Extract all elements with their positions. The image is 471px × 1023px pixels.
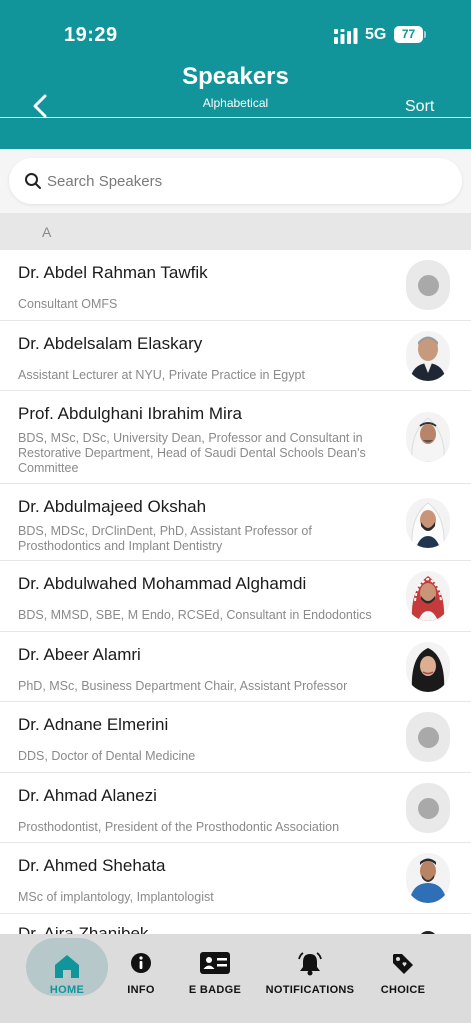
avatar-placeholder-icon (406, 260, 450, 310)
speaker-name: Dr. Ahmad Alanezi (18, 786, 157, 805)
speaker-photo (406, 853, 450, 903)
speaker-row[interactable]: Dr. Abdulwahed Mohammad Alghamdi BDS, MM… (0, 561, 471, 632)
nav-ebadge[interactable]: E BADGE (180, 942, 250, 1000)
nav-choice[interactable]: CHOICE (372, 942, 434, 1000)
nav-choice-label: CHOICE (380, 984, 426, 996)
speaker-description: MSc of implantology, Implantologist (18, 890, 214, 904)
battery-icon: 77 (394, 26, 426, 43)
speaker-row[interactable]: Dr. Ahmad Alanezi Prosthodontist, Presid… (0, 773, 471, 843)
search-area (0, 149, 471, 213)
speaker-row[interactable]: Dr. Abdel Rahman Tawfik Consultant OMFS (0, 250, 471, 321)
section-header: A (0, 213, 471, 250)
avatar-placeholder-icon (406, 783, 450, 833)
battery-tip (424, 31, 426, 38)
speaker-row[interactable]: Prof. Abdulghani Ibrahim Mira BDS, MSc, … (0, 391, 471, 484)
search-icon (25, 173, 41, 189)
speaker-name: Dr. Aira Zhanibek (18, 924, 149, 934)
speaker-name: Dr. Ahmed Shehata (18, 856, 166, 875)
speaker-description: Consultant OMFS (18, 297, 118, 311)
speaker-row[interactable]: Dr. Aira Zhanibek (0, 914, 471, 934)
search-input[interactable] (47, 166, 437, 196)
nav-notifications[interactable]: NOTIFICATIONS (262, 942, 358, 1000)
home-icon (55, 955, 79, 978)
header-divider (0, 117, 471, 118)
speaker-row[interactable]: Dr. Adnane Elmerini DDS, Doctor of Denta… (0, 702, 471, 773)
speaker-name: Dr. Abdelsalam Elaskary (18, 334, 203, 353)
nav-info-label: INFO (127, 984, 155, 996)
status-bar: 19:29 5G 77 (0, 0, 471, 60)
avatar-placeholder-icon (406, 712, 450, 762)
speaker-photo (406, 571, 450, 621)
speaker-description: BDS, MSc, DSc, University Dean, Professo… (18, 431, 366, 475)
speaker-description: BDS, MDSc, DrClinDent, PhD, Assistant Pr… (18, 524, 312, 553)
speaker-description: DDS, Doctor of Dental Medicine (18, 749, 196, 763)
speaker-name: Prof. Abdulghani Ibrahim Mira (18, 404, 242, 423)
nav-info[interactable]: INFO (111, 942, 171, 1000)
speaker-description: PhD, MSc, Business Department Chair, Ass… (18, 679, 348, 693)
bottom-nav: HOME INFO E BADGE NOTIFICATIONS CHOICE (0, 934, 471, 1023)
speaker-name: Dr. Abdel Rahman Tawfik (18, 263, 208, 282)
info-icon (131, 953, 151, 973)
speaker-description: Prosthodontist, President of the Prostho… (18, 820, 340, 834)
page-subtitle: Alphabetical (202, 96, 269, 110)
battery-level: 77 (394, 26, 423, 43)
speaker-row[interactable]: Dr. Ahmed Shehata MSc of implantology, I… (0, 843, 471, 914)
search-bar[interactable] (9, 158, 462, 204)
speaker-photo (406, 925, 450, 934)
speaker-list[interactable]: Dr. Abdel Rahman Tawfik Consultant OMFS … (0, 250, 471, 934)
speaker-description: BDS, MMSD, SBE, M Endo, RCSEd, Consultan… (18, 608, 372, 622)
speaker-photo (406, 642, 450, 692)
status-time: 19:29 (64, 24, 118, 46)
network-type: 5G (365, 26, 387, 43)
back-arrow-icon[interactable] (30, 94, 52, 118)
nav-notifications-label: NOTIFICATIONS (265, 984, 355, 996)
nav-ebadge-label: E BADGE (188, 984, 242, 996)
speaker-name: Dr. Abdulwahed Mohammad Alghamdi (18, 574, 307, 593)
speaker-photo (406, 412, 450, 462)
speaker-row[interactable]: Dr. Abdelsalam Elaskary Assistant Lectur… (0, 321, 471, 391)
nav-home-label: HOME (49, 984, 85, 996)
speaker-name: Dr. Abeer Alamri (18, 645, 141, 664)
badge-icon (200, 952, 230, 974)
tag-icon (393, 954, 413, 974)
sort-button[interactable]: Sort (405, 98, 434, 116)
speaker-description: Assistant Lecturer at NYU, Private Pract… (18, 368, 305, 382)
speaker-name: Dr. Adnane Elmerini (18, 715, 169, 734)
speaker-photo (406, 331, 450, 381)
speaker-name: Dr. Abdulmajeed Okshah (18, 497, 207, 516)
nav-home[interactable]: HOME (26, 942, 108, 1000)
speaker-row[interactable]: Dr. Abdulmajeed Okshah BDS, MDSc, DrClin… (0, 484, 471, 561)
signal-icon (334, 28, 358, 44)
speaker-photo (406, 498, 450, 548)
section-letter: A (42, 224, 52, 240)
header-bar: 19:29 5G 77 Speakers Alphabetical Sort (0, 0, 471, 149)
speaker-row[interactable]: Dr. Abeer Alamri PhD, MSc, Business Depa… (0, 632, 471, 702)
page-title: Speakers (182, 63, 289, 90)
bell-icon (298, 952, 322, 976)
